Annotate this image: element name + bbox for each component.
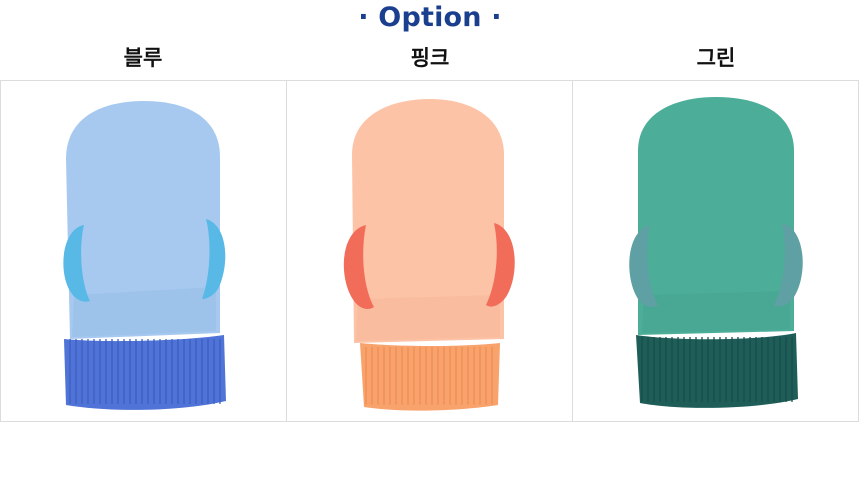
option-card-blue[interactable] xyxy=(1,81,286,421)
option-label-pink: 핑크 xyxy=(410,46,450,70)
option-title: · Option · xyxy=(358,1,502,33)
option-card-green[interactable] xyxy=(572,81,858,421)
option-image-grid xyxy=(0,80,859,422)
option-label-blue: 블루 xyxy=(123,46,163,70)
mitt-image-pink xyxy=(343,99,515,411)
option-labels: 블루 핑크 그린 xyxy=(0,38,860,76)
mitt-image-blue xyxy=(62,101,226,410)
mitt-image-green xyxy=(628,97,803,408)
option-card-pink[interactable] xyxy=(286,81,572,421)
option-label-green: 그린 xyxy=(696,46,736,70)
